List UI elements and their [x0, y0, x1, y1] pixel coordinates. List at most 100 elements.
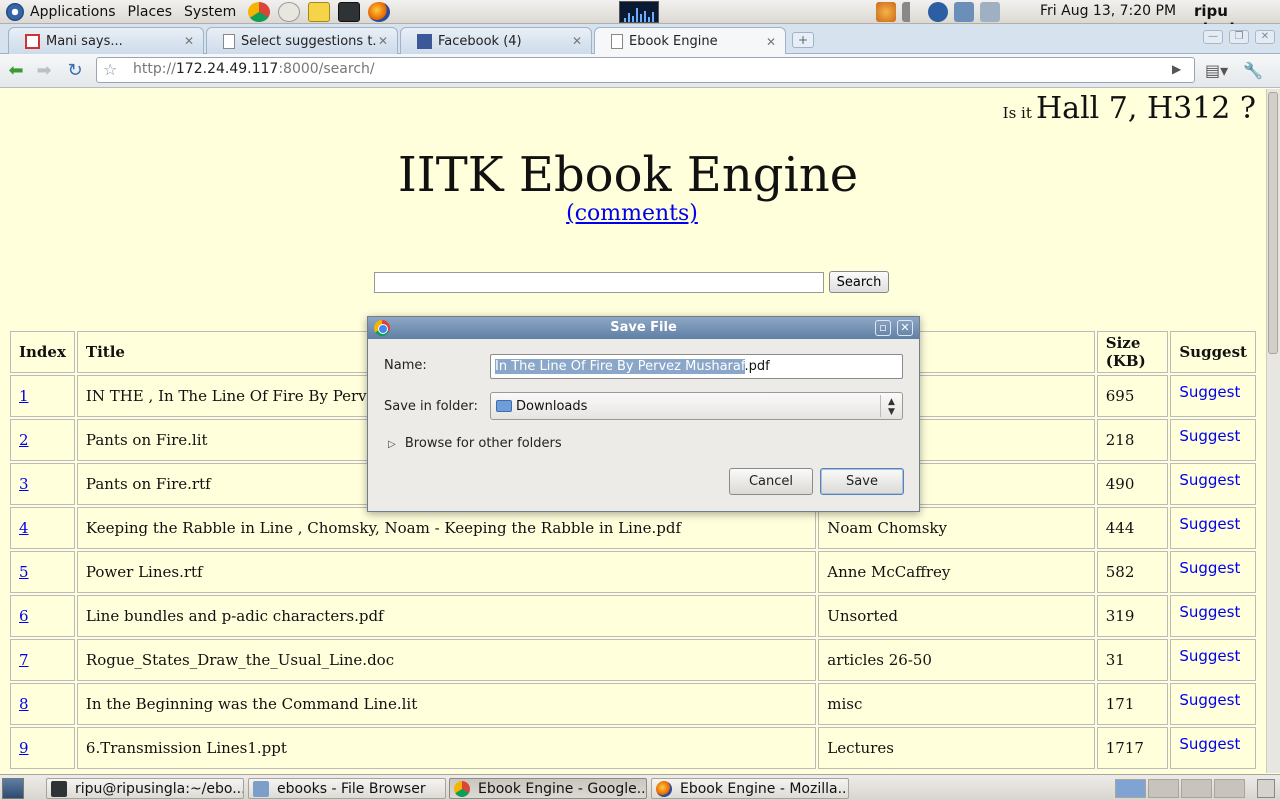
page-icon: [611, 34, 623, 49]
index-link[interactable]: 4: [19, 519, 29, 537]
suggest-link[interactable]: Suggest: [1179, 383, 1247, 401]
reload-icon[interactable]: ↻: [64, 60, 86, 82]
window-close-button[interactable]: ✕: [1255, 30, 1275, 44]
index-link[interactable]: 9: [19, 739, 29, 757]
places-menu[interactable]: Places: [122, 0, 179, 24]
go-arrow-icon[interactable]: ▶: [1172, 62, 1181, 76]
table-row: 8 In the Beginning was the Command Line.l…: [10, 683, 1256, 725]
tab-title: Ebook Engine: [629, 34, 718, 49]
workspace-3[interactable]: [1181, 779, 1212, 798]
suggest-link[interactable]: Suggest: [1179, 647, 1247, 665]
forward-arrow-icon[interactable]: ➡: [33, 60, 55, 82]
suggest-link[interactable]: Suggest: [1179, 471, 1247, 489]
cell-author: misc: [818, 683, 1095, 725]
close-icon[interactable]: ✕: [765, 35, 777, 49]
save-button[interactable]: Save: [820, 468, 904, 495]
volume-icon[interactable]: [902, 2, 922, 22]
cell-index: 3: [10, 463, 75, 505]
search-button[interactable]: Search: [829, 271, 889, 293]
workspace-2[interactable]: [1148, 779, 1179, 798]
show-desktop-icon[interactable]: [2, 778, 24, 799]
dialog-titlebar[interactable]: Save File ▫ ✕: [368, 317, 919, 339]
close-icon[interactable]: ✕: [183, 34, 195, 48]
mail-clock-icon[interactable]: [278, 1, 301, 22]
update-notifier-icon[interactable]: [876, 2, 896, 22]
star-icon[interactable]: ☆: [103, 60, 117, 79]
tab-ebook-engine[interactable]: Ebook Engine ✕: [594, 27, 786, 55]
table-row: 7 Rogue_States_Draw_the_Usual_Line.doc art…: [10, 639, 1256, 681]
index-link[interactable]: 5: [19, 563, 29, 581]
network-icon[interactable]: [954, 2, 974, 22]
suggest-link[interactable]: Suggest: [1179, 559, 1247, 577]
cell-suggest: Suggest: [1170, 595, 1256, 637]
comments-link[interactable]: (comments): [0, 201, 1264, 226]
firefox-icon[interactable]: [368, 1, 391, 22]
cell-suggest: Suggest: [1170, 727, 1256, 769]
wrench-icon[interactable]: 🔧: [1242, 60, 1264, 82]
browse-folders-expander[interactable]: ▷ Browse for other folders: [388, 436, 562, 451]
cell-suggest: Suggest: [1170, 463, 1256, 505]
cell-title: Power Lines.rtf: [76, 551, 817, 593]
workspace-4[interactable]: [1214, 779, 1245, 798]
filename-input[interactable]: In The Line Of Fire By Pervez Musharaf.p…: [490, 354, 903, 379]
gnome-foot-icon: [6, 2, 24, 21]
panel-clock[interactable]: Fri Aug 13, 7:20 PM: [1040, 3, 1176, 19]
cell-suggest: Suggest: [1170, 639, 1256, 681]
suggest-link[interactable]: Suggest: [1179, 691, 1247, 709]
dialog-title: Save File: [610, 320, 677, 335]
taskbar-file-browser[interactable]: ebooks - File Browser: [248, 778, 446, 799]
index-link[interactable]: 8: [19, 695, 29, 713]
bluetooth-icon[interactable]: [928, 2, 948, 22]
taskbar-firefox[interactable]: Ebook Engine - Mozilla...: [651, 778, 849, 799]
cell-index: 9: [10, 727, 75, 769]
taskbar-terminal[interactable]: ripu@ripusingla:~/ebo...: [46, 778, 244, 799]
index-link[interactable]: 6: [19, 607, 29, 625]
page-menu-icon[interactable]: ▤▾: [1205, 60, 1228, 82]
index-link[interactable]: 7: [19, 651, 29, 669]
text-editor-icon[interactable]: [308, 1, 331, 22]
dialog-close-icon[interactable]: ✕: [897, 320, 913, 336]
index-link[interactable]: 2: [19, 431, 29, 449]
folder-select[interactable]: Downloads ▲ ▼: [490, 392, 903, 420]
workspace-1[interactable]: [1115, 779, 1146, 798]
applications-menu[interactable]: Applications: [0, 0, 122, 24]
maximize-button[interactable]: ❐: [1229, 30, 1249, 44]
cell-index: 1: [10, 375, 75, 417]
scrollbar-thumb[interactable]: [1268, 92, 1278, 354]
cell-suggest: Suggest: [1170, 507, 1256, 549]
filename-selected-text: In The Line Of Fire By Pervez Musharaf: [495, 359, 745, 374]
terminal-icon[interactable]: [338, 1, 361, 22]
url-text[interactable]: http://172.24.49.117:8000/search/: [133, 61, 375, 77]
cancel-button[interactable]: Cancel: [729, 468, 813, 495]
tab-suggestions[interactable]: Select suggestions t... ✕: [206, 27, 398, 54]
index-link[interactable]: 1: [19, 387, 29, 405]
new-tab-button[interactable]: +: [792, 32, 814, 48]
dialog-maximize-icon[interactable]: ▫: [875, 320, 891, 336]
suggest-link[interactable]: Suggest: [1179, 427, 1247, 445]
cell-author: articles 26-50: [818, 639, 1095, 681]
suggest-link[interactable]: Suggest: [1179, 603, 1247, 621]
close-icon[interactable]: ✕: [377, 34, 389, 48]
chrome-launcher-icon[interactable]: [248, 1, 271, 22]
tab-gmail[interactable]: Mani says... ✕: [8, 27, 204, 54]
system-menu[interactable]: System: [178, 0, 242, 24]
system-monitor-applet[interactable]: [619, 1, 659, 23]
close-icon[interactable]: ✕: [571, 34, 583, 48]
cell-size: 319: [1096, 595, 1169, 637]
hall-text: Hall 7, H312 ?: [1036, 91, 1256, 126]
back-arrow-icon[interactable]: ⬅: [5, 60, 27, 82]
task-label: Ebook Engine - Google...: [478, 780, 647, 797]
tab-title: Mani says...: [46, 33, 123, 49]
battery-icon[interactable]: [980, 2, 1000, 22]
suggest-link[interactable]: Suggest: [1179, 515, 1247, 533]
search-input[interactable]: [374, 272, 824, 293]
cell-index: 5: [10, 551, 75, 593]
index-link[interactable]: 3: [19, 475, 29, 493]
cell-suggest: Suggest: [1170, 419, 1256, 461]
tab-facebook[interactable]: Facebook (4) ✕: [400, 27, 592, 54]
cell-suggest: Suggest: [1170, 551, 1256, 593]
suggest-link[interactable]: Suggest: [1179, 735, 1247, 753]
trash-icon[interactable]: [1257, 779, 1275, 798]
taskbar-chrome[interactable]: Ebook Engine - Google...: [449, 778, 647, 799]
minimize-button[interactable]: —: [1203, 30, 1223, 44]
